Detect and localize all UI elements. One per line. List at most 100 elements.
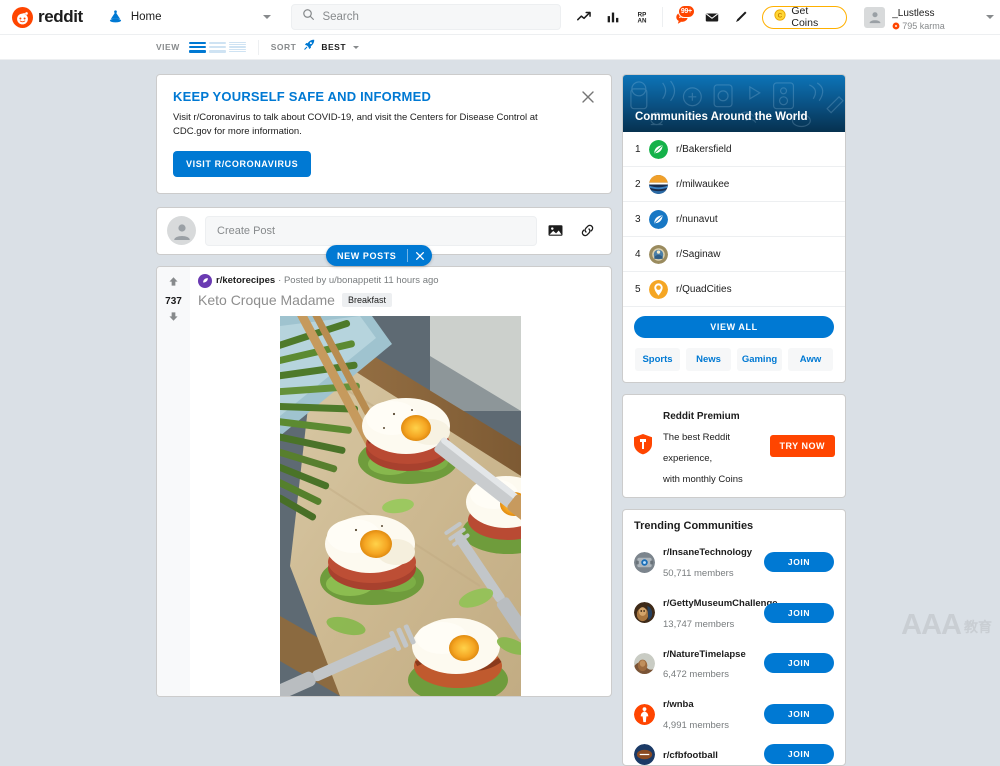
community-tag-row: Sports News Gaming Aww [623, 338, 845, 382]
upvote-arrow-icon[interactable] [167, 275, 180, 293]
trending-name: r/cfbfootball [663, 750, 718, 761]
community-row[interactable]: 5 r/QuadCities [623, 272, 845, 307]
coin-icon: C [774, 8, 786, 26]
tag-gaming[interactable]: Gaming [737, 348, 782, 371]
post-title-row: Keto Croque Madame Breakfast [198, 292, 603, 308]
feed-toolbar-inner: VIEW SORT BEST [156, 38, 359, 56]
join-button[interactable]: JOIN [764, 704, 834, 724]
trending-info: r/NatureTimelapse 6,472 members [663, 643, 764, 685]
trending-info: r/wnba 4,991 members [663, 693, 764, 735]
trending-members: 4,991 members [663, 720, 729, 731]
poll-chart-icon[interactable] [600, 3, 627, 31]
get-coins-button[interactable]: C Get Coins [762, 6, 847, 29]
post-meta-row: r/ketorecipes · Posted by u/bonappetit 1… [198, 274, 603, 288]
communities-title: Communities Around the World [623, 111, 820, 132]
trending-row[interactable]: r/GettyMuseumChallenge 13,747 members JO… [634, 592, 834, 634]
sort-dropdown[interactable]: BEST [303, 38, 359, 56]
notification-badge: 99+ [678, 5, 695, 18]
tag-news[interactable]: News [686, 348, 731, 371]
community-rank: 2 [635, 179, 649, 190]
community-rank: 4 [635, 249, 649, 260]
try-now-button[interactable]: TRY NOW [770, 435, 836, 457]
chevron-down-icon [263, 15, 271, 19]
user-avatar-icon [167, 216, 196, 245]
user-avatar-icon [864, 7, 885, 28]
gettymuseum-avatar-icon [634, 602, 655, 623]
chevron-down-icon [986, 15, 994, 19]
trending-row[interactable]: r/cfbfootball JOIN [634, 744, 834, 765]
community-name: r/Bakersfield [676, 144, 732, 155]
reddit-premium-shield-icon [633, 433, 653, 460]
vote-column: 737 [157, 267, 190, 696]
page-body: KEEP YOURSELF SAFE AND INFORMED Visit r/… [0, 60, 1000, 646]
create-post-input[interactable] [205, 216, 537, 246]
search-bar[interactable] [291, 4, 560, 30]
insanetechnology-avatar-icon [634, 552, 655, 573]
trending-icon[interactable] [571, 3, 598, 31]
trending-row[interactable]: r/InsaneTechnology 50,711 members JOIN [634, 541, 834, 583]
community-row[interactable]: 3 r/nunavut [623, 202, 845, 237]
user-menu[interactable]: _Lustless 795 karma [860, 2, 1000, 32]
feed-column: KEEP YOURSELF SAFE AND INFORMED Visit r/… [156, 74, 612, 697]
new-posts-pill[interactable]: NEW POSTS [326, 245, 432, 266]
post-flair[interactable]: Breakfast [342, 293, 392, 307]
pencil-icon[interactable] [728, 3, 755, 31]
home-dropdown[interactable]: Home [101, 2, 278, 32]
view-option-classic[interactable] [209, 41, 226, 54]
toolbar-divider [258, 40, 259, 55]
community-name: r/Saginaw [676, 249, 720, 260]
communities-widget: Communities Around the World 1 r/Bakersf… [622, 74, 846, 383]
trending-communities-widget: Trending Communities r/InsaneTechnology … [622, 509, 846, 765]
view-option-card[interactable] [189, 41, 206, 54]
community-row[interactable]: 1 r/Bakersfield [623, 132, 845, 167]
reddit-premium-text: Reddit Premium The best Reddit experienc… [663, 404, 770, 488]
close-icon[interactable] [580, 89, 596, 105]
reddit-logo[interactable]: reddit [12, 7, 83, 28]
reddit-public-access-network-icon[interactable]: RP AN [628, 3, 655, 31]
svg-text:C: C [778, 13, 783, 20]
saginaw-seal-icon [649, 245, 668, 264]
user-meta: _Lustless 795 karma [892, 3, 945, 32]
community-name: r/QuadCities [676, 284, 732, 295]
reddit-premium-widget: Reddit Premium The best Reddit experienc… [622, 394, 846, 498]
visit-coronavirus-button[interactable]: VISIT R/CORONAVIRUS [173, 151, 311, 177]
post-meta-text: · Posted by u/bonappetit 11 hours ago [278, 275, 438, 286]
join-button[interactable]: JOIN [764, 603, 834, 623]
get-coins-label: Get Coins [791, 5, 835, 29]
community-name: r/nunavut [676, 214, 718, 225]
chat-bubble-icon[interactable]: 99+ [670, 3, 697, 31]
post-image[interactable] [280, 316, 521, 696]
post-subreddit-link[interactable]: r/ketorecipes [216, 275, 275, 286]
community-row[interactable]: 2 r/milwaukee [623, 167, 845, 202]
downvote-arrow-icon[interactable] [167, 310, 180, 328]
covid-banner-body: Visit r/Coronavirus to talk about COVID-… [173, 111, 558, 140]
header-divider [662, 7, 663, 27]
chevron-down-icon [353, 46, 359, 49]
envelope-icon[interactable] [699, 3, 726, 31]
join-button[interactable]: JOIN [764, 653, 834, 673]
trending-row[interactable]: r/wnba 4,991 members JOIN [634, 693, 834, 735]
tag-sports[interactable]: Sports [635, 348, 680, 371]
view-option-compact[interactable] [229, 41, 246, 54]
trending-info: r/GettyMuseumChallenge 13,747 members [663, 592, 764, 634]
vote-score: 737 [165, 296, 182, 307]
community-row[interactable]: 4 r/Saginaw [623, 237, 845, 272]
view-all-button[interactable]: VIEW ALL [634, 316, 834, 338]
trending-info: r/InsaneTechnology 50,711 members [663, 541, 764, 583]
covid-banner: KEEP YOURSELF SAFE AND INFORMED Visit r/… [156, 74, 612, 194]
link-icon[interactable] [574, 217, 601, 244]
trending-members: 50,711 members [663, 568, 734, 579]
close-icon[interactable] [408, 251, 432, 261]
ketorecipes-avatar-icon [198, 274, 212, 288]
football-avatar-icon [634, 744, 655, 765]
search-input[interactable] [322, 11, 549, 23]
wnba-avatar-icon [634, 704, 655, 725]
join-button[interactable]: JOIN [764, 744, 834, 764]
svg-text:AN: AN [637, 17, 646, 24]
community-rank: 3 [635, 214, 649, 225]
tag-aww[interactable]: Aww [788, 348, 833, 371]
trending-row[interactable]: r/NatureTimelapse 6,472 members JOIN [634, 643, 834, 685]
join-button[interactable]: JOIN [764, 552, 834, 572]
image-icon[interactable] [542, 217, 569, 244]
post-title[interactable]: Keto Croque Madame [198, 292, 335, 308]
